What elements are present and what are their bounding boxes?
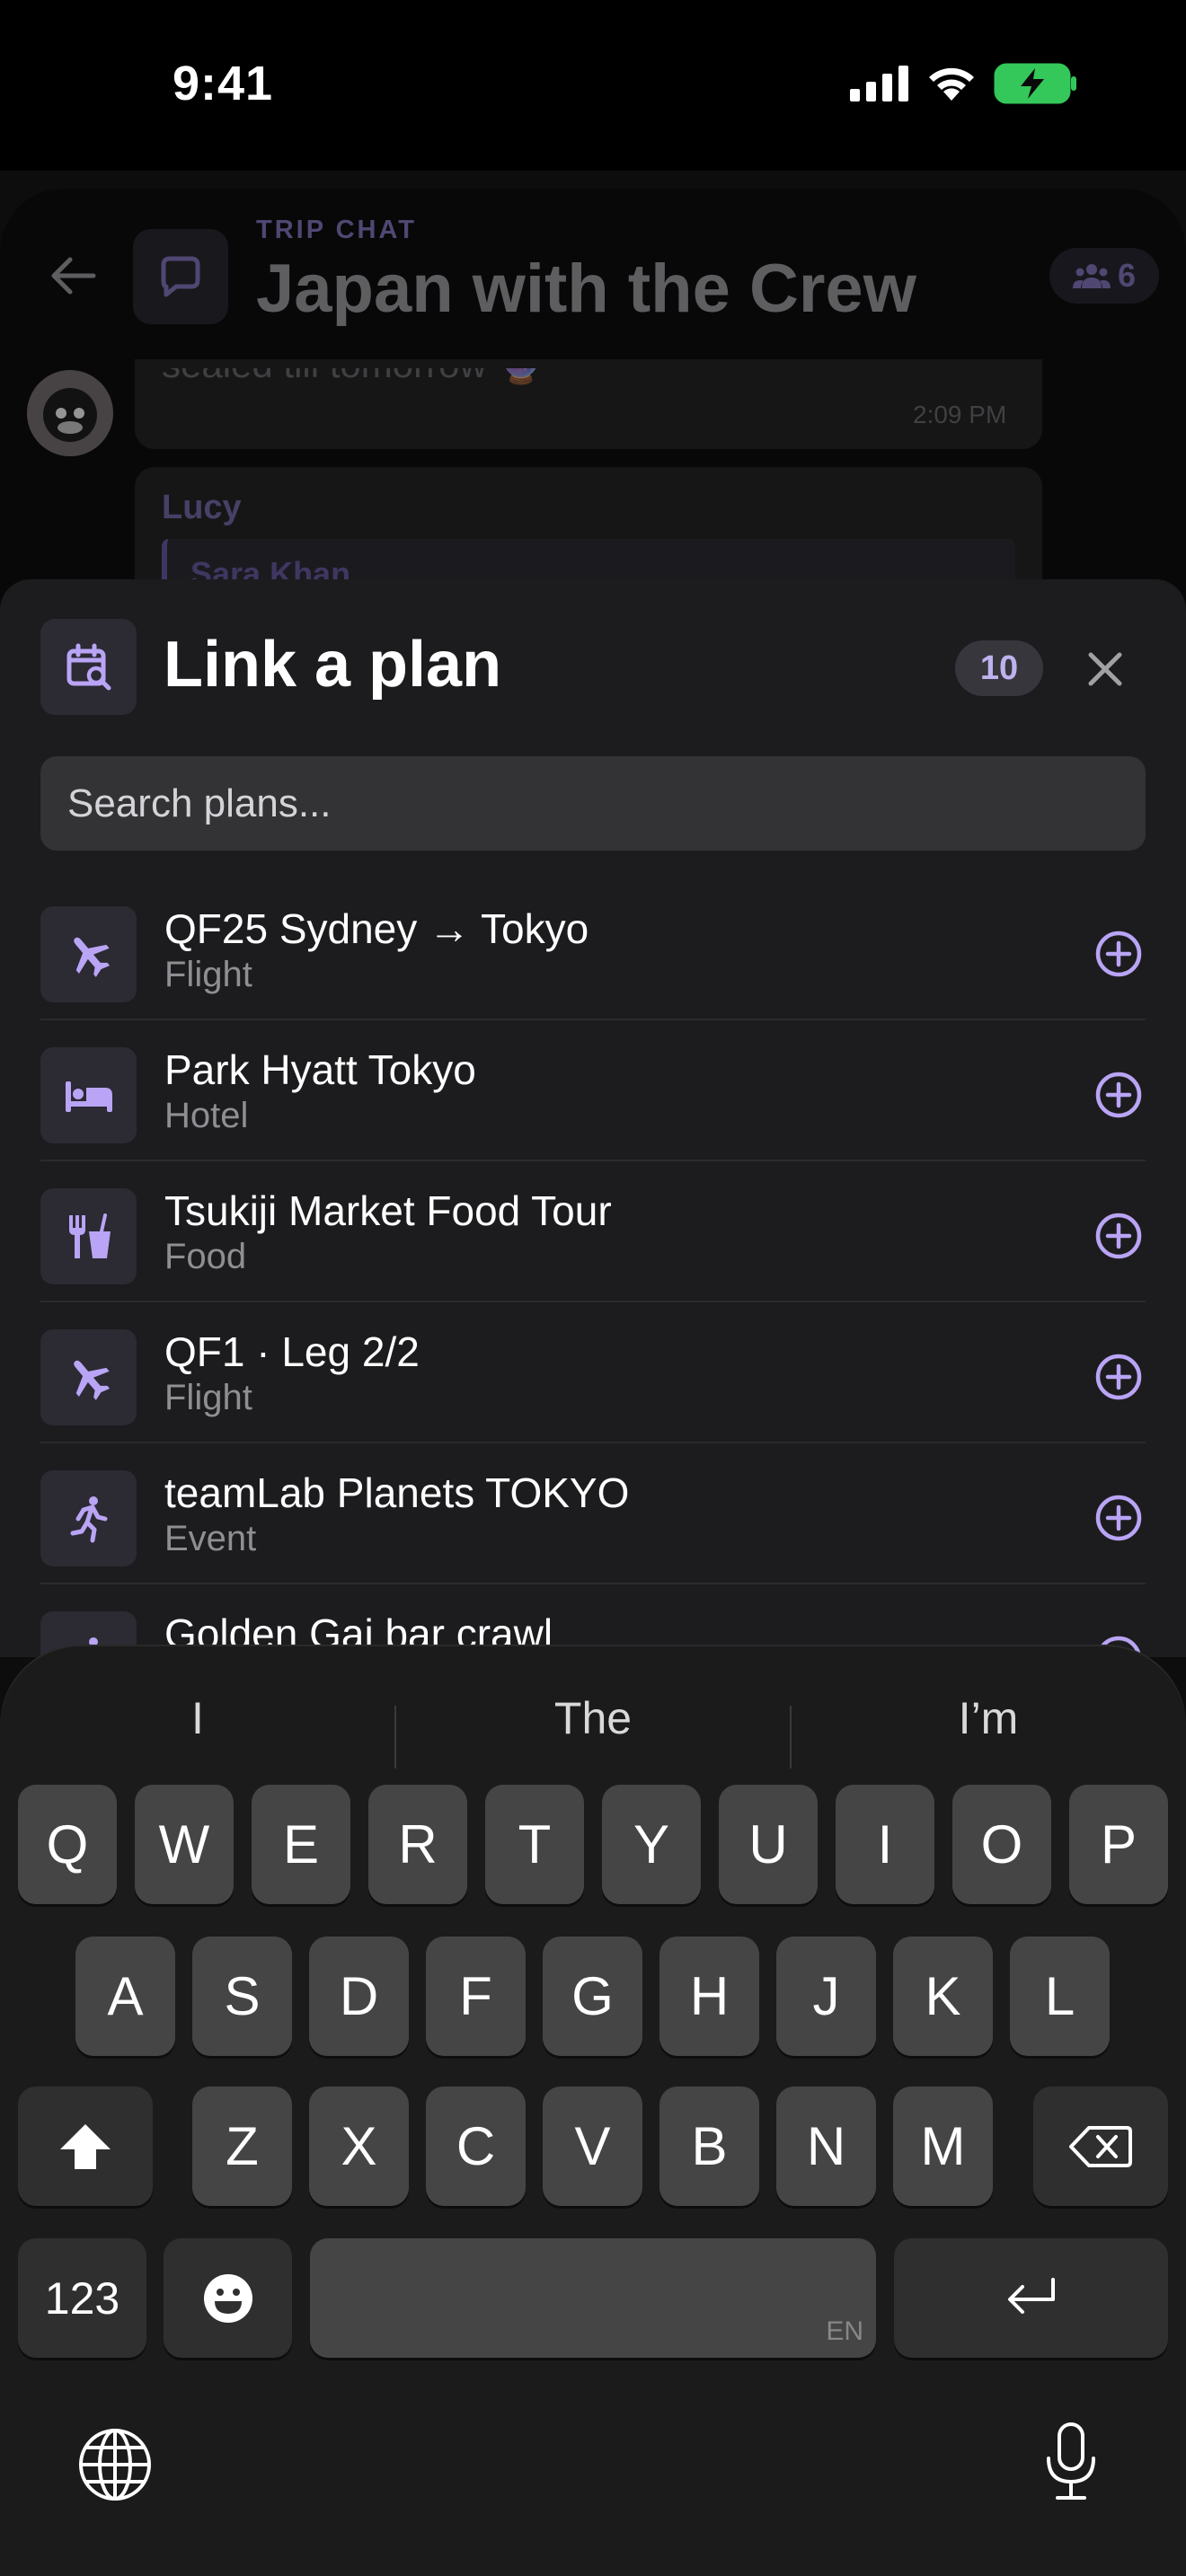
key-h[interactable]: H xyxy=(659,1936,759,2056)
plane-icon xyxy=(73,937,110,977)
suggestion-bar: I The I’m xyxy=(0,1673,1186,1769)
emoji-key[interactable] xyxy=(164,2238,292,2358)
key-l[interactable]: L xyxy=(1010,1936,1110,2056)
key-n[interactable]: N xyxy=(776,2086,876,2206)
plan-title: Park Hyatt Tokyo xyxy=(164,1046,476,1093)
key-u[interactable]: U xyxy=(719,1785,818,1904)
signal-icon xyxy=(850,66,908,101)
sheet-title: Link a plan xyxy=(164,629,502,701)
status-time: 9:41 xyxy=(173,57,274,110)
add-circle-icon[interactable] xyxy=(1093,1070,1144,1120)
plan-row[interactable]: QF25 Sydney → Tokyo Flight xyxy=(40,879,1146,1020)
plan-icon-box xyxy=(40,1329,137,1425)
bed-icon xyxy=(65,1081,112,1112)
key-a[interactable]: A xyxy=(75,1936,175,2056)
add-circle-icon[interactable] xyxy=(1093,1352,1144,1402)
plan-icon-box xyxy=(40,1047,137,1143)
runner-icon xyxy=(70,1495,107,1542)
plan-type: Event xyxy=(164,1519,257,1558)
globe-icon[interactable] xyxy=(75,2424,155,2505)
key-y[interactable]: Y xyxy=(602,1785,701,1904)
add-circle-icon[interactable] xyxy=(1093,1211,1144,1261)
plan-icon-box xyxy=(40,1188,137,1284)
search-plans-input[interactable] xyxy=(40,756,1146,851)
microphone-icon[interactable] xyxy=(1031,2421,1111,2501)
return-icon xyxy=(1007,2277,1055,2314)
key-z[interactable]: Z xyxy=(192,2086,292,2206)
plan-row[interactable]: teamLab Planets TOKYO Event xyxy=(40,1443,1146,1584)
shift-icon xyxy=(60,2123,111,2169)
plan-type: Hotel xyxy=(164,1096,249,1135)
plan-list: QF25 Sydney → Tokyo Flight Park Hyatt To… xyxy=(40,879,1146,1657)
add-circle-icon[interactable] xyxy=(1093,1493,1144,1543)
plan-type: Food xyxy=(164,1237,247,1276)
key-d[interactable]: D xyxy=(309,1936,409,2056)
key-p[interactable]: P xyxy=(1069,1785,1168,1904)
key-j[interactable]: J xyxy=(776,1936,876,2056)
plan-row[interactable]: QF1 · Leg 2/2 Flight xyxy=(40,1302,1146,1443)
key-f[interactable]: F xyxy=(426,1936,526,2056)
key-e[interactable]: E xyxy=(252,1785,350,1904)
sheet-icon-box xyxy=(40,619,137,715)
food-icon xyxy=(68,1213,111,1258)
key-b[interactable]: B xyxy=(659,2086,759,2206)
suggestion[interactable]: The xyxy=(395,1673,791,1763)
key-k[interactable]: K xyxy=(893,1936,993,2056)
key-x[interactable]: X xyxy=(309,2086,409,2206)
battery-icon xyxy=(994,63,1076,104)
plan-title: QF25 Sydney → Tokyo xyxy=(164,905,589,952)
key-r[interactable]: R xyxy=(368,1785,467,1904)
key-o[interactable]: O xyxy=(952,1785,1051,1904)
plan-icon-box xyxy=(40,1470,137,1566)
plane-icon xyxy=(73,1360,110,1400)
plan-row[interactable]: Tsukiji Market Food Tour Food xyxy=(40,1161,1146,1302)
plan-title: teamLab Planets TOKYO xyxy=(164,1469,630,1516)
wifi-icon xyxy=(929,67,974,101)
return-key[interactable] xyxy=(894,2238,1168,2358)
plan-title: Tsukiji Market Food Tour xyxy=(164,1187,612,1234)
key-w[interactable]: W xyxy=(135,1785,234,1904)
plan-title: QF1 · Leg 2/2 xyxy=(164,1328,420,1375)
numbers-key[interactable]: 123 xyxy=(18,2238,146,2358)
status-bar: 9:41 xyxy=(0,0,1186,171)
key-g[interactable]: G xyxy=(543,1936,642,2056)
delete-key[interactable] xyxy=(1033,2086,1168,2206)
key-s[interactable]: S xyxy=(192,1936,292,2056)
keyboard: I The I’m Q W E R T Y U I O P A S D F G … xyxy=(0,1646,1186,2576)
key-v[interactable]: V xyxy=(543,2086,642,2206)
suggestion[interactable]: I xyxy=(0,1673,395,1763)
key-i[interactable]: I xyxy=(836,1785,934,1904)
add-circle-icon[interactable] xyxy=(1093,929,1144,979)
key-t[interactable]: T xyxy=(485,1785,584,1904)
plan-count-badge: 10 xyxy=(955,640,1043,696)
close-button[interactable] xyxy=(1078,642,1132,696)
close-icon xyxy=(1088,652,1122,686)
backspace-icon xyxy=(1069,2125,1132,2167)
emoji-icon xyxy=(203,2273,252,2323)
key-q[interactable]: Q xyxy=(18,1785,117,1904)
status-icons xyxy=(850,63,1078,104)
plan-type: Flight xyxy=(164,1378,252,1417)
plan-type: Flight xyxy=(164,955,252,994)
calendar-search-icon xyxy=(66,643,111,690)
key-c[interactable]: C xyxy=(426,2086,526,2206)
link-plan-sheet: Link a plan 10 QF25 Sydney → Tokyo Fligh… xyxy=(0,579,1186,1657)
suggestion[interactable]: I’m xyxy=(791,1673,1186,1763)
plan-row[interactable]: Park Hyatt Tokyo Hotel xyxy=(40,1020,1146,1161)
keyboard-language: EN xyxy=(826,2316,863,2346)
plan-icon-box xyxy=(40,906,137,1002)
key-m[interactable]: M xyxy=(893,2086,993,2206)
shift-key[interactable] xyxy=(18,2086,153,2206)
space-key[interactable]: EN xyxy=(310,2238,876,2358)
